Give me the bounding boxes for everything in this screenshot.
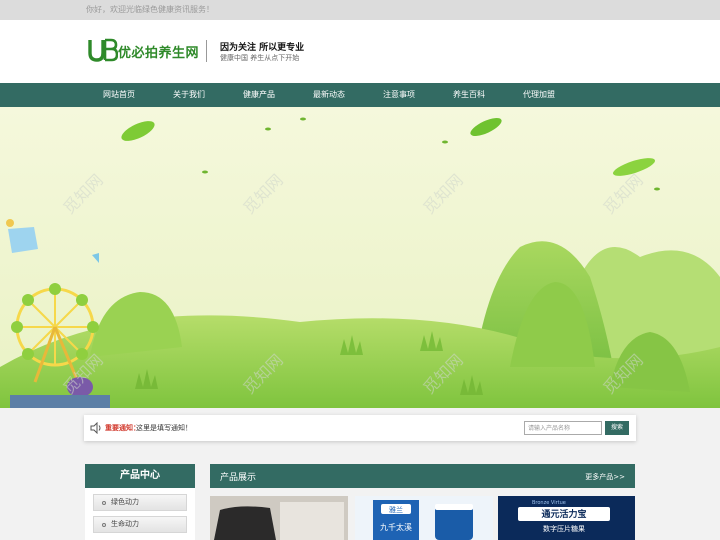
notice-text: 这里是填写通知！ xyxy=(136,424,192,432)
nav-item-notes[interactable]: 注意事项 xyxy=(364,83,434,107)
notice-section: 重要通知： 这里是填写通知！ 搜索 xyxy=(0,408,720,450)
sidebar-item-life-power[interactable]: 生命动力 xyxy=(93,516,187,533)
bullet-icon xyxy=(102,501,106,505)
showcase-header: 产品展示 更多产品>> xyxy=(210,464,635,488)
banner-illustration: 觅知网 觅知网 觅知网 觅知网 觅知网 觅知网 觅知网 觅知网 xyxy=(0,107,720,408)
search-button[interactable]: 搜索 xyxy=(605,421,629,435)
showcase-title: 产品展示 xyxy=(220,473,257,483)
sidebar-item-green-power[interactable]: 绿色动力 xyxy=(93,494,187,511)
product-image xyxy=(210,496,348,540)
product-card[interactable]: Bronze Virtue 通元活力宝 数字压片糖果 xyxy=(498,496,635,540)
top-bar: 你好，欢迎光临绿色健康资讯服务！ xyxy=(0,0,720,20)
header-divider xyxy=(206,40,207,62)
product-search-input[interactable] xyxy=(524,421,602,435)
product-caption: 九千太溪 xyxy=(380,522,412,532)
hero-banner: 觅知网 觅知网 觅知网 觅知网 觅知网 觅知网 觅知网 觅知网 xyxy=(0,107,720,408)
slogan-main: 因为关注 所以更专业 xyxy=(220,43,305,53)
product-center-sidebar: 产品中心 绿色动力 生命动力 xyxy=(85,464,195,540)
product-showcase: 产品展示 更多产品>> 雅兰 九千太溪 Bronze Virtue 通元活力宝 … xyxy=(210,464,635,540)
product-brand: 雅兰 xyxy=(389,505,403,514)
notice-label: 重要通知： xyxy=(105,424,140,432)
blue-railing xyxy=(10,395,110,408)
product-subcaption: 数字压片糖果 xyxy=(543,524,585,533)
sidebar-title: 产品中心 xyxy=(85,464,195,488)
sidebar-item-label: 绿色动力 xyxy=(111,498,139,506)
logo-text[interactable]: 优必拍养生网 xyxy=(118,42,199,61)
more-products-link[interactable]: 更多产品>> xyxy=(585,472,625,482)
product-image: 雅兰 九千太溪 xyxy=(355,496,493,540)
sidebar-item-label: 生命动力 xyxy=(111,520,139,528)
main-nav: 网站首页 关于我们 健康产品 最新动态 注意事项 养生百科 代理加盟 xyxy=(0,83,720,107)
speaker-icon xyxy=(90,422,101,434)
content-section: 产品中心 绿色动力 生命动力 产品展示 更多产品>> 雅兰 九千太溪 Bronz… xyxy=(0,450,720,540)
product-brand: Bronze Virtue xyxy=(532,500,566,506)
bullet-icon xyxy=(102,523,106,527)
nav-item-wiki[interactable]: 养生百科 xyxy=(434,83,504,107)
notice-bar: 重要通知： 这里是填写通知！ 搜索 xyxy=(84,415,636,441)
nav-item-home[interactable]: 网站首页 xyxy=(84,83,154,107)
logo-ub-icon[interactable] xyxy=(88,38,118,62)
nav-item-franchise[interactable]: 代理加盟 xyxy=(504,83,574,107)
nav-item-about[interactable]: 关于我们 xyxy=(154,83,224,107)
kite xyxy=(8,227,38,253)
nav-item-news[interactable]: 最新动态 xyxy=(294,83,364,107)
nav-item-products[interactable]: 健康产品 xyxy=(224,83,294,107)
slogan-sub: 健康中国 养生从点下开始 xyxy=(220,54,300,62)
product-card[interactable] xyxy=(210,496,348,540)
welcome-text: 你好，欢迎光临绿色健康资讯服务！ xyxy=(86,5,214,14)
product-image: Bronze Virtue 通元活力宝 数字压片糖果 xyxy=(498,496,635,540)
product-card[interactable]: 雅兰 九千太溪 xyxy=(355,496,493,540)
site-header: 优必拍养生网 因为关注 所以更专业 健康中国 养生从点下开始 xyxy=(0,20,720,83)
product-caption: 通元活力宝 xyxy=(541,508,586,520)
